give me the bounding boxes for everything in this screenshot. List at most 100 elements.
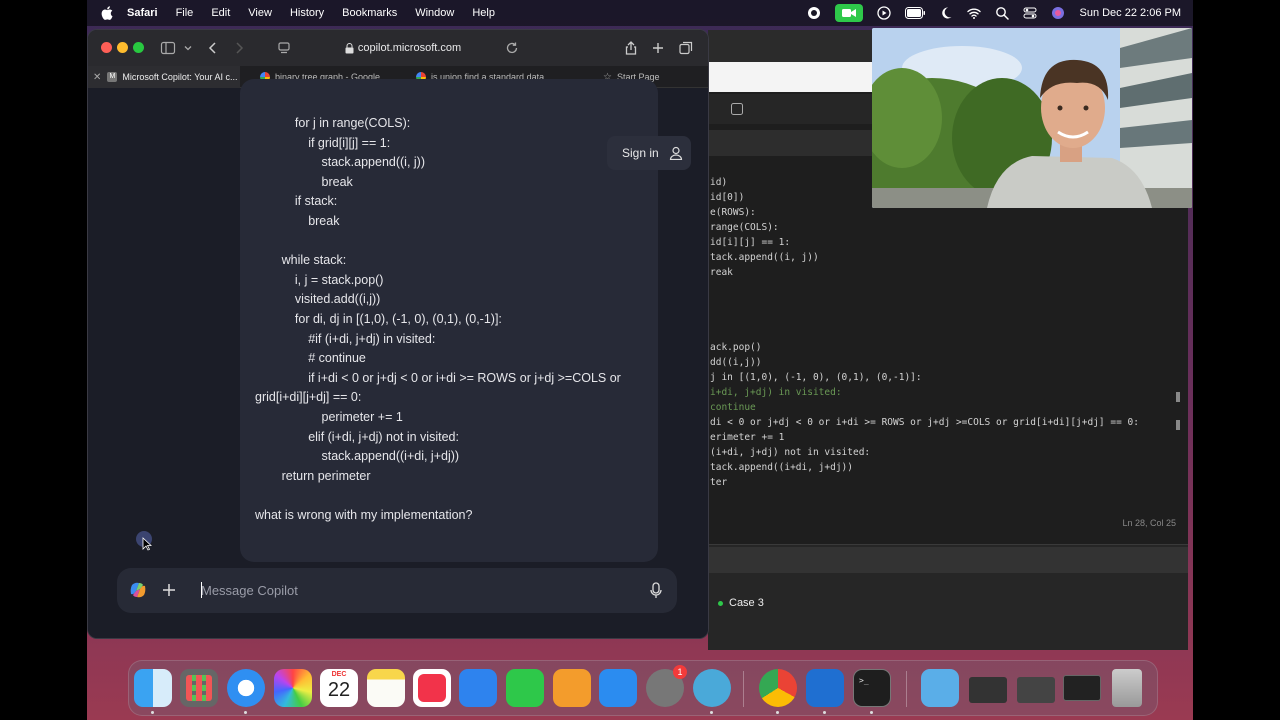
search-icon[interactable] <box>995 6 1010 20</box>
tab-overview-icon[interactable] <box>678 40 694 56</box>
tab-label: Microsoft Copilot: Your AI c... <box>122 72 238 82</box>
chevron-down-icon[interactable] <box>180 40 196 56</box>
message-input[interactable] <box>201 580 631 600</box>
minimize-window-button[interactable] <box>117 42 128 53</box>
mouse-pointer-icon <box>142 537 152 551</box>
message-line: stack.append((i+di, j+dj)) <box>321 449 460 464</box>
calendar-icon[interactable]: DEC 22 <box>320 669 358 707</box>
quicktime-icon[interactable] <box>693 669 731 707</box>
battery-icon[interactable] <box>905 7 926 19</box>
sign-in-button[interactable]: Sign in <box>607 136 691 170</box>
webcam-video <box>872 28 1192 208</box>
message-line: if stack: <box>294 194 338 209</box>
new-tab-icon[interactable] <box>650 40 666 56</box>
address-bar[interactable]: copilot.microsoft.com <box>278 37 528 59</box>
dock: DEC 22 1 >_ <box>128 660 1158 716</box>
play-circle-icon[interactable] <box>877 6 892 20</box>
finder-icon[interactable] <box>134 669 172 707</box>
message-line: grid[i+di][j+dj] == 0: <box>255 390 362 405</box>
test-case-tab[interactable]: Case 3 <box>718 597 764 609</box>
forward-icon[interactable] <box>231 40 247 56</box>
test-case-label: Case 3 <box>729 597 764 609</box>
app-store-icon[interactable] <box>599 669 637 707</box>
record-icon[interactable] <box>807 6 821 20</box>
editor-line: tack.append((i, j)) <box>710 252 819 263</box>
menu-view[interactable]: View <box>248 7 272 19</box>
moon-icon[interactable] <box>939 6 953 20</box>
editor-toolbar-icon[interactable] <box>730 102 744 116</box>
message-line: perimeter += 1 <box>321 410 403 424</box>
editor-line: range(COLS): <box>710 222 779 233</box>
editor-line: erimeter += 1 <box>710 432 785 443</box>
message-line: i, j = stack.pop() <box>294 272 384 287</box>
reload-icon[interactable] <box>504 40 520 56</box>
recent-window-thumbnail[interactable] <box>969 677 1007 703</box>
terminal-icon[interactable]: >_ <box>853 669 891 707</box>
photos-icon[interactable] <box>274 669 312 707</box>
trash-icon[interactable] <box>1112 669 1142 707</box>
sidebar-icon[interactable] <box>160 40 176 56</box>
menu-bookmarks[interactable]: Bookmarks <box>342 7 397 19</box>
message-line: if grid[i][j] == 1: <box>308 135 391 150</box>
back-icon[interactable] <box>205 40 221 56</box>
copilot-page: for j in range(COLS): if grid[i][j] == 1:… <box>88 79 708 638</box>
editor-line: id[i][j] == 1: <box>710 237 791 248</box>
numbers-icon[interactable] <box>506 669 544 707</box>
wifi-icon[interactable] <box>967 6 982 20</box>
tab-copilot[interactable]: ✕ M Microsoft Copilot: Your AI c... <box>88 66 240 88</box>
menu-app-name[interactable]: Safari <box>127 7 158 19</box>
message-line: break <box>308 214 340 228</box>
editor-line: continue <box>710 402 756 413</box>
editor-line: tack.append((i+di, j+dj)) <box>710 462 853 473</box>
keynote-icon[interactable] <box>459 669 497 707</box>
recent-window-thumbnail[interactable] <box>1017 677 1055 703</box>
editor-line: reak <box>710 267 733 278</box>
camera-in-use-icon[interactable] <box>835 4 864 22</box>
close-window-button[interactable] <box>101 42 112 53</box>
chrome-icon[interactable] <box>759 669 797 707</box>
menu-datetime[interactable]: Sun Dec 22 2:06 PM <box>1079 7 1181 19</box>
editor-line: ack.pop() <box>710 342 762 353</box>
message-composer <box>117 568 677 613</box>
news-icon[interactable] <box>413 669 451 707</box>
safari-icon[interactable] <box>227 669 265 707</box>
menu-history[interactable]: History <box>290 7 324 19</box>
menu-window[interactable]: Window <box>415 7 454 19</box>
editor-code[interactable]: id) id[0]) e(ROWS): range(COLS): id[i][j] ==… <box>710 175 1139 490</box>
vscode-icon[interactable] <box>806 669 844 707</box>
siri-icon[interactable] <box>1051 6 1065 20</box>
menu-file[interactable]: File <box>176 7 194 19</box>
message-line: elif (i+di, j+dj) not in visited: <box>308 429 459 444</box>
microphone-icon[interactable] <box>649 582 663 599</box>
webcam-image <box>872 28 1192 208</box>
apple-icon[interactable] <box>101 6 113 20</box>
control-center-icon[interactable] <box>1023 6 1037 20</box>
close-tab-icon[interactable]: ✕ <box>93 72 101 83</box>
share-icon[interactable] <box>623 40 639 56</box>
user-icon <box>669 146 682 160</box>
message-line: what is wrong with my implementation? <box>255 508 473 522</box>
menu-help[interactable]: Help <box>472 7 495 19</box>
menu-edit[interactable]: Edit <box>211 7 230 19</box>
message-line: for di, dj in [(1,0), (-1, 0), (0,1), (0… <box>294 312 502 326</box>
notes-icon[interactable] <box>367 669 405 707</box>
pages-icon[interactable] <box>553 669 591 707</box>
message-line: while stack: <box>281 253 347 268</box>
safari-window: copilot.microsoft.com ✕ M Microsoft Copi… <box>88 30 708 638</box>
zoom-window-button[interactable] <box>133 42 144 53</box>
recent-terminal-thumbnail[interactable] <box>1063 675 1101 701</box>
lock-icon <box>345 42 354 53</box>
downloads-folder-icon[interactable] <box>921 669 959 707</box>
editor-line: (i+di, j+dj) not in visited: <box>710 447 871 458</box>
add-attachment-icon[interactable] <box>161 582 177 598</box>
editor-status: Ln 28, Col 25 <box>1122 518 1176 528</box>
message-line: for j in range(COLS): <box>294 116 411 130</box>
calendar-day: 22 <box>327 679 351 701</box>
launchpad-icon[interactable] <box>180 669 218 707</box>
text-caret <box>201 582 202 598</box>
copilot-logo-icon[interactable] <box>129 581 147 599</box>
editor-line: ter <box>710 477 728 488</box>
editor-line: di < 0 or j+dj < 0 or i+di >= ROWS or j+… <box>710 417 1139 428</box>
message-line: return perimeter <box>281 468 371 483</box>
